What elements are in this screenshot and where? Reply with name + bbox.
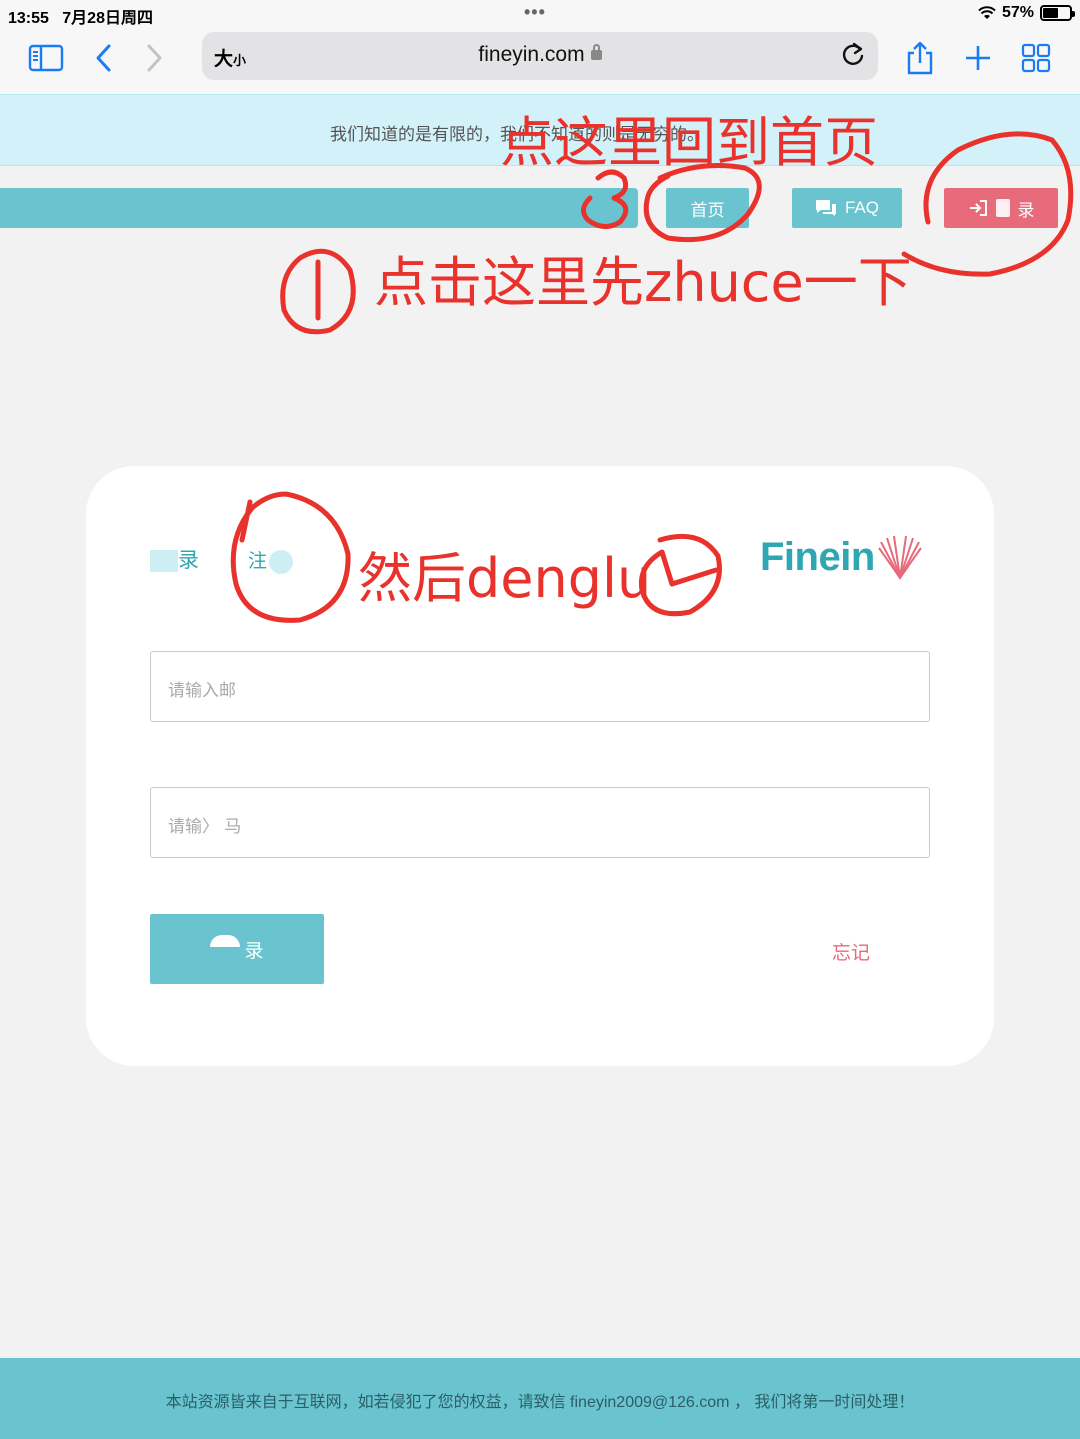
wifi-icon bbox=[978, 6, 996, 19]
book-logo-icon bbox=[877, 535, 922, 580]
status-right: 57% bbox=[978, 4, 1075, 22]
nav-home-button[interactable]: 首页 bbox=[666, 188, 749, 228]
password-placeholder: 请输〉 马 bbox=[168, 817, 242, 837]
nav-login-label: 录 bbox=[1017, 200, 1035, 220]
notice-banner: 我们知道的是有限的，我们不知道的则是无穷的。 bbox=[0, 94, 1080, 166]
back-icon[interactable] bbox=[82, 38, 126, 78]
site-footer: 本站资源皆来自于互联网，如若侵犯了您的权益，请致信 fineyin2009@12… bbox=[0, 1358, 1080, 1439]
redaction-mark bbox=[269, 549, 294, 574]
number-one-mark bbox=[280, 248, 356, 335]
multitask-dots-icon[interactable]: ••• bbox=[524, 2, 546, 23]
annotation-register-hint: 点击这里先zhuce一下 bbox=[374, 251, 912, 314]
redaction-mark bbox=[995, 199, 1010, 217]
finein-logo: Finein bbox=[760, 532, 925, 582]
reload-icon[interactable] bbox=[838, 40, 868, 70]
sidebar-icon[interactable] bbox=[24, 38, 68, 78]
battery-icon bbox=[1040, 5, 1075, 21]
new-tab-icon[interactable] bbox=[956, 38, 1000, 78]
redaction-mark bbox=[150, 550, 178, 573]
forgot-password-link[interactable]: 忘记 bbox=[832, 938, 870, 965]
forward-icon[interactable] bbox=[132, 38, 176, 78]
nav-faq-button[interactable]: FAQ bbox=[792, 188, 902, 228]
status-bar: 13:55 7月28日周四 ••• 57% bbox=[0, 0, 1080, 30]
password-field[interactable]: 请输〉 马 bbox=[150, 787, 930, 858]
tab-register-label: 注 bbox=[248, 551, 268, 572]
forgot-label: 忘记 bbox=[832, 943, 871, 964]
browser-toolbar: 大小 fineyin.com bbox=[0, 30, 1080, 94]
share-icon[interactable] bbox=[898, 38, 942, 78]
url-domain: fineyin.com bbox=[202, 43, 878, 67]
email-placeholder: 请输入邮 bbox=[168, 681, 236, 701]
nav-login-button[interactable]: 录 bbox=[944, 188, 1058, 228]
login-submit-button[interactable]: 录 bbox=[150, 914, 324, 984]
redaction-mark bbox=[210, 935, 241, 947]
logo-text: Finein bbox=[760, 534, 875, 579]
login-submit-label: 录 bbox=[244, 940, 264, 962]
email-field[interactable]: 请输入邮 bbox=[150, 651, 930, 722]
chat-icon bbox=[815, 200, 836, 216]
address-bar[interactable]: 大小 fineyin.com bbox=[202, 32, 878, 80]
nav-bar bbox=[0, 188, 638, 228]
battery-percent: 57% bbox=[1001, 4, 1034, 21]
banner-text: 我们知道的是有限的，我们不知道的则是无穷的。 bbox=[330, 125, 704, 144]
tabs-overview-icon[interactable] bbox=[1014, 38, 1058, 78]
status-time: 13:55 7月28日周四 bbox=[8, 10, 153, 27]
nav-home-label: 首页 bbox=[690, 200, 725, 220]
tab-register[interactable]: 注 bbox=[248, 546, 294, 574]
tab-login[interactable]: 录 bbox=[150, 544, 199, 574]
nav-faq-label: FAQ bbox=[844, 198, 879, 217]
sign-in-icon bbox=[969, 200, 987, 216]
footer-text: 本站资源皆来自于互联网，如若侵犯了您的权益，请致信 fineyin2009@12… bbox=[165, 1394, 915, 1411]
lock-icon bbox=[590, 44, 602, 60]
tab-login-label: 录 bbox=[178, 549, 199, 572]
